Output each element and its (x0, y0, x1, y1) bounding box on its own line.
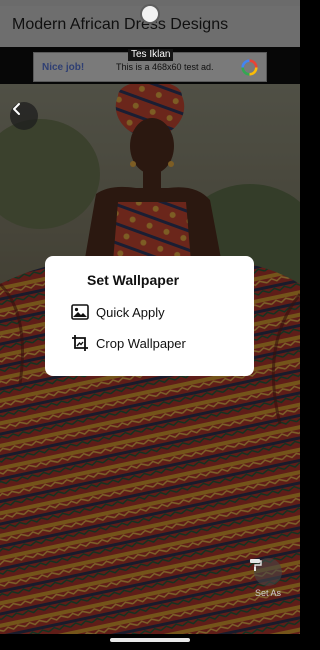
quick-apply-option[interactable]: Quick Apply (71, 302, 165, 322)
crop-icon (71, 334, 89, 352)
ad-choices-logo[interactable] (241, 59, 258, 76)
set-as-button[interactable]: Set As (248, 558, 288, 598)
camera-cutout (142, 6, 158, 22)
quick-apply-label: Quick Apply (96, 304, 165, 320)
system-nav-bar (0, 634, 300, 650)
ad-label: Tes Iklan (128, 49, 174, 61)
app-title: Modern African Dress Designs (12, 16, 229, 33)
back-button[interactable] (10, 102, 38, 130)
set-wallpaper-dialog: Set Wallpaper Quick Apply Crop Wallpaper (45, 256, 254, 376)
set-as-label: Set As (254, 588, 281, 598)
paint-roller-icon (250, 559, 262, 571)
image-icon (71, 303, 89, 321)
set-as-circle[interactable] (250, 558, 282, 586)
ad-banner[interactable]: Tes Iklan Nice job! This is a 468x60 tes… (33, 49, 267, 82)
ad-text: This is a 468x60 test ad. (116, 62, 214, 72)
ad-strip: Tes Iklan Nice job! This is a 468x60 tes… (0, 47, 300, 84)
home-indicator[interactable] (110, 638, 190, 642)
dialog-title: Set Wallpaper (87, 272, 180, 288)
crop-wallpaper-label: Crop Wallpaper (96, 335, 186, 351)
ad-nice-text: Nice job! (42, 62, 85, 73)
chevron-left-icon (13, 103, 20, 115)
crop-wallpaper-option[interactable]: Crop Wallpaper (71, 333, 186, 353)
